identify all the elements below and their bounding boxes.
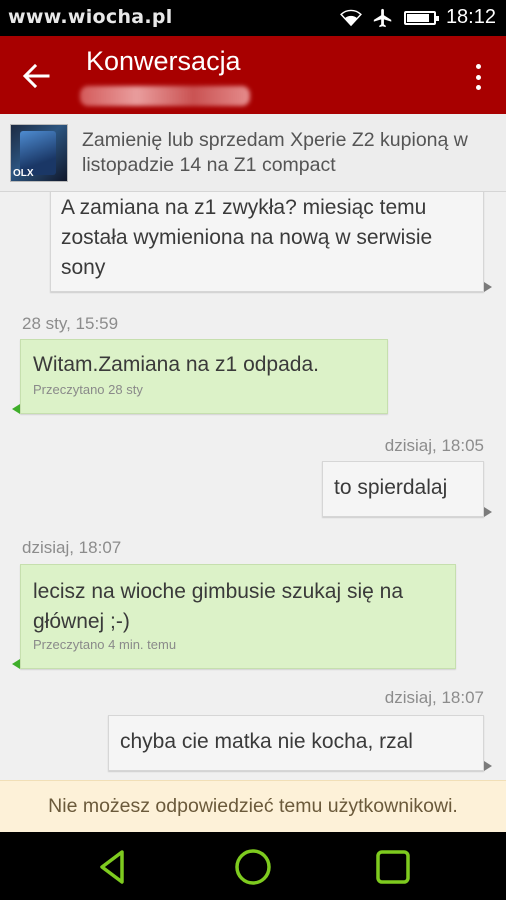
message-text: chyba cie matka nie kocha, rzal (120, 730, 413, 753)
navigation-bar (0, 832, 506, 900)
page-title: Konwersacja (86, 46, 241, 76)
message-timestamp: 28 sty, 15:59 (22, 314, 119, 333)
message-sent: to spierdalaj (322, 461, 492, 517)
message-text: A zamiana na z1 zwykła? miesiąc temu zos… (61, 196, 433, 279)
airplane-mode-icon (373, 8, 392, 27)
listing-header[interactable]: OLX Zamienię lub sprzedam Xperie Z2 kupi… (0, 114, 506, 192)
status-icons: 18:12 (340, 6, 496, 29)
arrow-left-icon (22, 63, 50, 89)
read-receipt: Przeczytano 4 min. temu (33, 637, 177, 652)
bubble-tail (484, 282, 492, 292)
recents-square-icon[interactable] (372, 846, 414, 888)
olx-logo: OLX (13, 168, 34, 179)
wifi-icon (340, 9, 362, 26)
app-bar: Konwersacja (0, 36, 506, 114)
clock: 18:12 (445, 6, 496, 28)
message-timestamp: dzisiaj, 18:05 (384, 436, 484, 455)
message-received: lecisz na wioche gimbusie szukaj się na … (12, 564, 456, 669)
message-text: to spierdalaj (334, 476, 448, 499)
battery-level (406, 13, 430, 22)
bubble-tail (12, 659, 20, 669)
watermark: www.wiocha.pl (8, 6, 173, 28)
message-text: Witam.Zamiana na z1 odpada. (33, 353, 319, 376)
bubble-tail (484, 507, 492, 517)
battery-icon (403, 10, 439, 25)
bubble-tail (12, 404, 20, 414)
chat-area[interactable]: A zamiana na z1 zwykła? miesiąc temu zos… (0, 192, 506, 780)
back-triangle-icon[interactable] (92, 846, 134, 888)
message-received: Witam.Zamiana na z1 odpada. Przeczytano … (12, 339, 388, 414)
message-timestamp: dzisiaj, 18:07 (22, 538, 122, 557)
home-circle-icon[interactable] (232, 846, 274, 888)
blurred-username (80, 86, 250, 106)
message-text: lecisz na wioche gimbusie szukaj się na … (33, 580, 404, 633)
listing-thumbnail: OLX (10, 124, 68, 182)
more-vertical-icon[interactable] (470, 60, 486, 94)
notice-text: Nie możesz odpowiedzieć temu użytkowniko… (48, 795, 458, 817)
message-sent: chyba cie matka nie kocha, rzal (108, 715, 492, 771)
bubble-tail (484, 761, 492, 771)
status-bar: www.wiocha.pl 18:12 (0, 0, 506, 36)
back-button[interactable] (14, 54, 58, 98)
blocked-notice: Nie możesz odpowiedzieć temu użytkowniko… (0, 780, 506, 832)
listing-title: Zamienię lub sprzedam Xperie Z2 kupioną … (82, 129, 468, 176)
message-timestamp: dzisiaj, 18:07 (384, 688, 484, 707)
read-receipt: Przeczytano 28 sty (33, 382, 143, 397)
message-sent: A zamiana na z1 zwykła? miesiąc temu zos… (50, 192, 492, 292)
